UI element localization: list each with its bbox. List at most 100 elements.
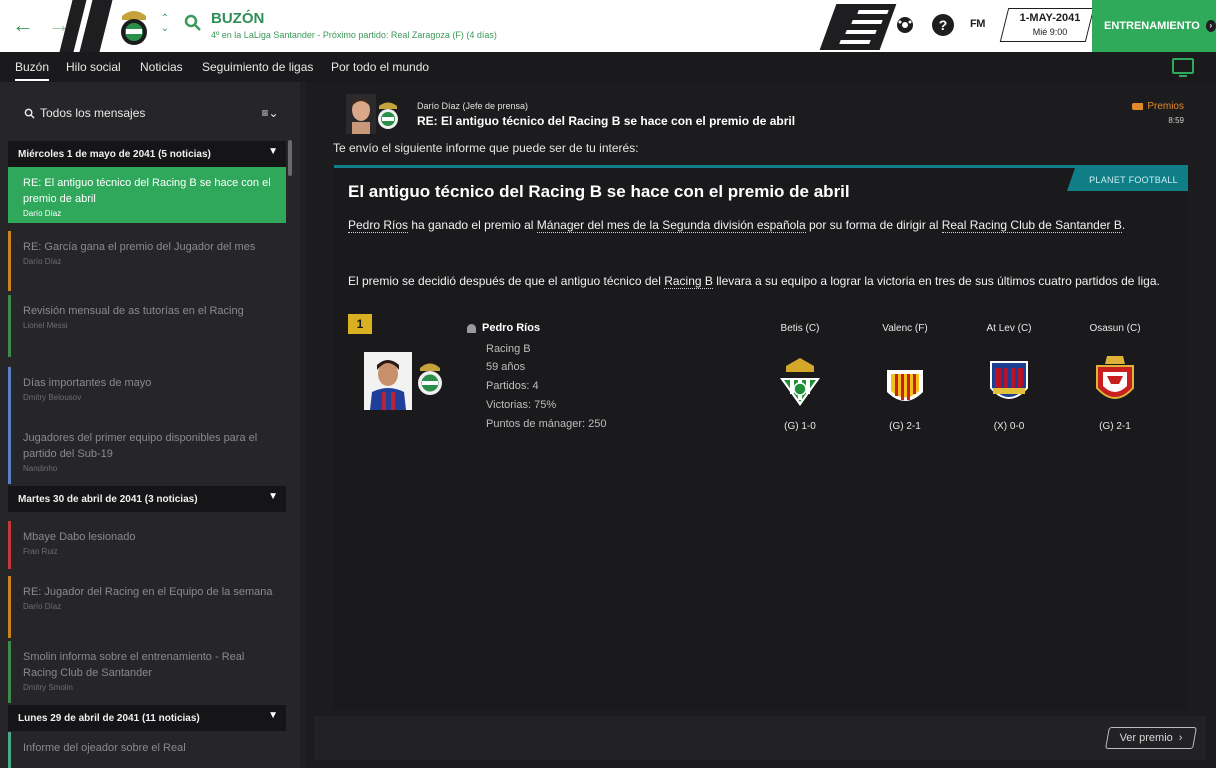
message-title: Días importantes de mayo — [23, 377, 152, 389]
valencia-crest-icon — [887, 359, 923, 401]
message-sender: Darío Díaz — [23, 602, 62, 611]
continue-button[interactable]: ENTRENAMIENTO › — [1092, 0, 1216, 52]
club-crest-icon — [378, 102, 398, 129]
award-link[interactable]: Mánager del mes de la Segunda división e… — [536, 218, 806, 233]
manager-link[interactable]: Pedro Ríos — [348, 218, 409, 233]
fm-logo[interactable]: FM — [970, 18, 985, 30]
top-bar: ← → ⌃ ⌄ BUZÓN 4º en la LaLiga Santander -… — [0, 0, 1216, 52]
list-item[interactable]: RE: Jugador del Racing en el Equipo de l… — [8, 576, 286, 638]
club-switch-icon[interactable]: ⌃ ⌄ — [159, 14, 171, 34]
current-date: 1-MAY-2041 — [1019, 12, 1081, 24]
message-title: Jugadores del primer equipo disponibles … — [23, 432, 258, 460]
manager-photo[interactable] — [364, 352, 412, 410]
levante-crest-icon — [990, 361, 1028, 399]
group-header[interactable]: Lunes 29 de abril de 2041 (11 noticias) … — [8, 705, 286, 731]
tab-noticias[interactable]: Noticias — [140, 60, 183, 74]
club-crest-icon[interactable] — [118, 8, 150, 46]
sort-menu-icon[interactable]: ≡⌄ — [252, 94, 288, 132]
person-icon — [467, 323, 476, 333]
manager-name[interactable]: Pedro Ríos — [467, 322, 540, 334]
chevron-right-icon: › — [1178, 732, 1183, 744]
match-score: (X) 0-0 — [993, 421, 1025, 432]
match-result[interactable]: Osasun (C) (G) 2-1 — [1080, 323, 1150, 432]
club-link[interactable]: Real Racing Club de Santander B — [941, 218, 1122, 233]
scrollbar[interactable] — [288, 140, 292, 176]
sender-avatar[interactable] — [346, 94, 376, 134]
tab-por-todo-el-mundo[interactable]: Por todo el mundo — [331, 60, 429, 74]
group-header[interactable]: Martes 30 de abril de 2041 (3 noticias) … — [8, 486, 286, 512]
decorative-lines — [819, 4, 897, 50]
category-tag[interactable]: Premios — [1132, 101, 1184, 112]
message-sender: Fran Ruiz — [23, 547, 58, 556]
match-score: (G) 2-1 — [1099, 421, 1131, 432]
list-item[interactable]: Mbaye Dabo lesionado Fran Ruiz — [8, 521, 286, 569]
message-sender: Darío Díaz — [23, 257, 62, 266]
message-filter[interactable]: Todos los mensajes — [10, 94, 250, 132]
osasuna-crest-icon — [1096, 356, 1134, 399]
message-title: Smolin informa sobre el entrenamiento - … — [23, 651, 245, 679]
list-item[interactable]: Informe del ojeador sobre el Real — [8, 732, 286, 768]
article-headline: El antiguo técnico del Racing B se hace … — [348, 182, 850, 201]
chevron-down-icon[interactable]: ▼ — [268, 146, 278, 157]
message-time: 8:59 — [1168, 116, 1184, 125]
match-opponent: Osasun (C) — [1089, 323, 1141, 334]
search-icon[interactable] — [184, 14, 202, 32]
message-sender: Lionel Messi — [23, 321, 68, 330]
manager-wins: Victorias: 75% — [486, 399, 557, 411]
match-opponent: Betis (C) — [780, 323, 820, 334]
list-item[interactable]: RE: El antiguo técnico del Racing B se h… — [8, 167, 286, 223]
match-opponent: At Lev (C) — [986, 323, 1032, 334]
match-result[interactable]: At Lev (C) (X) 0-0 — [974, 323, 1044, 432]
help-icon[interactable]: ? — [932, 14, 954, 36]
message-title: RE: El antiguo técnico del Racing B se h… — [23, 177, 271, 205]
message-sender: Dmitry Belousov — [23, 393, 82, 402]
match-score: (G) 2-1 — [889, 421, 921, 432]
chevron-right-icon: › — [1205, 20, 1216, 32]
list-item[interactable]: Revisión mensual de as tutorías en el Ra… — [8, 295, 286, 357]
message-title: Revisión mensual de as tutorías en el Ra… — [23, 305, 244, 317]
betis-crest-icon — [780, 358, 820, 406]
news-article: PLANET FOOTBALL El antiguo técnico del R… — [334, 165, 1188, 710]
list-item[interactable]: Jugadores del primer equipo disponibles … — [8, 422, 286, 484]
search-icon — [24, 108, 35, 119]
match-score: (G) 1-0 — [784, 421, 816, 432]
ball-icon[interactable] — [894, 14, 916, 36]
page-subtitle: 4º en la LaLiga Santander - Próximo part… — [211, 30, 497, 40]
chevron-down-icon[interactable]: ▼ — [268, 710, 278, 721]
club-crest-icon — [418, 363, 442, 395]
group-header[interactable]: Miércoles 1 de mayo de 2041 (5 noticias)… — [8, 141, 286, 167]
group-label: Miércoles 1 de mayo de 2041 (5 noticias) — [18, 148, 211, 160]
message-sender: Darío Díaz — [23, 209, 62, 218]
tab-seguimiento-ligas[interactable]: Seguimiento de ligas — [202, 60, 313, 74]
message-title: Informe del ojeador sobre el Real — [23, 742, 186, 754]
list-item[interactable]: RE: García gana el premio del Jugador de… — [8, 231, 286, 291]
manager-club: Racing B — [486, 343, 531, 355]
continue-label: ENTRENAMIENTO — [1104, 20, 1200, 32]
article-paragraph: El premio se decidió después de que el a… — [348, 274, 1160, 289]
match-opponent: Valenc (F) — [882, 323, 928, 334]
list-item[interactable]: Smolin informa sobre el entrenamiento - … — [8, 641, 286, 703]
chevron-down-icon[interactable]: ▼ — [268, 491, 278, 502]
message-title: RE: Jugador del Racing en el Equipo de l… — [23, 586, 273, 598]
message-subject: RE: El antiguo técnico del Racing B se h… — [417, 114, 796, 128]
page-title: BUZÓN — [211, 10, 265, 27]
list-item[interactable]: Días importantes de mayo Dmitry Belousov — [8, 367, 286, 423]
match-result[interactable]: Valenc (F) (G) 2-1 — [870, 323, 940, 432]
message-intro: Te envío el siguiente informe que puede … — [333, 141, 639, 155]
message-title: RE: García gana el premio del Jugador de… — [23, 241, 256, 253]
message-sender: Nandinho — [23, 464, 58, 473]
sub-navigation: Buzón Hilo social Noticias Seguimiento d… — [0, 52, 1216, 82]
message-sender: Dmitry Smolin — [23, 683, 73, 692]
tv-icon[interactable] — [1172, 58, 1194, 77]
current-time: Mié 9:00 — [1032, 27, 1068, 37]
sender-name[interactable]: Darío Díaz (Jefe de prensa) — [417, 101, 528, 111]
view-award-label[interactable]: Ver premio › — [1107, 727, 1195, 749]
club-link[interactable]: Racing B — [664, 274, 713, 289]
article-paragraph: Pedro Ríos ha ganado el premio al Mánage… — [348, 218, 1126, 233]
forward-arrow-icon[interactable]: → — [48, 12, 70, 38]
tab-buzon[interactable]: Buzón — [15, 60, 50, 81]
match-result[interactable]: Betis (C) (G) 1-0 — [765, 323, 835, 432]
tab-hilo-social[interactable]: Hilo social — [66, 60, 121, 74]
back-arrow-icon[interactable]: ← — [12, 12, 34, 38]
rank-badge: 1 — [348, 314, 372, 334]
